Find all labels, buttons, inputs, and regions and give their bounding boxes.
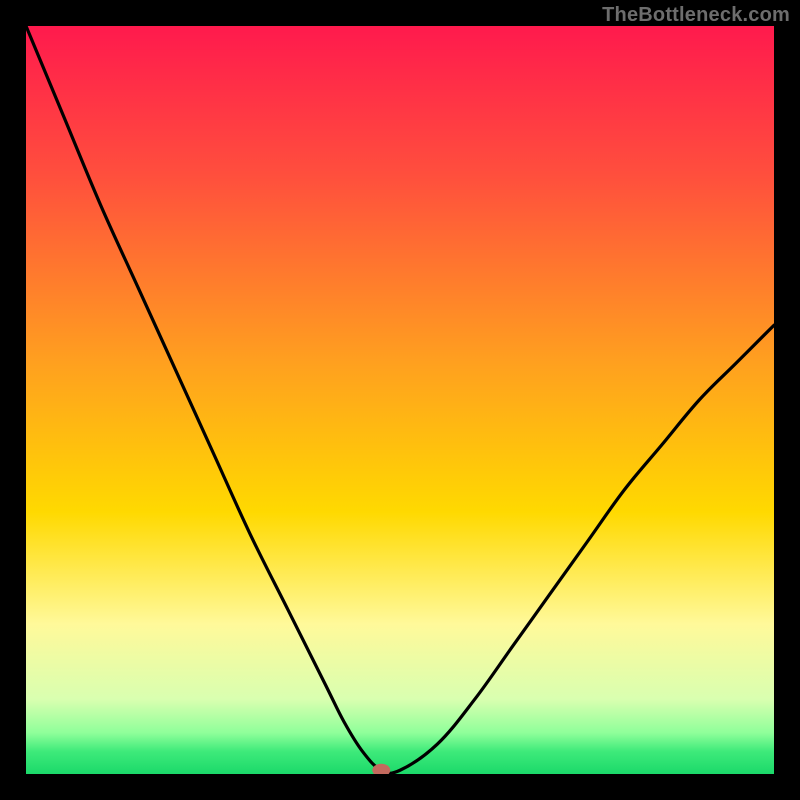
bottleneck-chart <box>26 26 774 774</box>
watermark-text: TheBottleneck.com <box>602 4 790 27</box>
chart-background-gradient <box>26 26 774 774</box>
chart-frame <box>26 26 774 774</box>
